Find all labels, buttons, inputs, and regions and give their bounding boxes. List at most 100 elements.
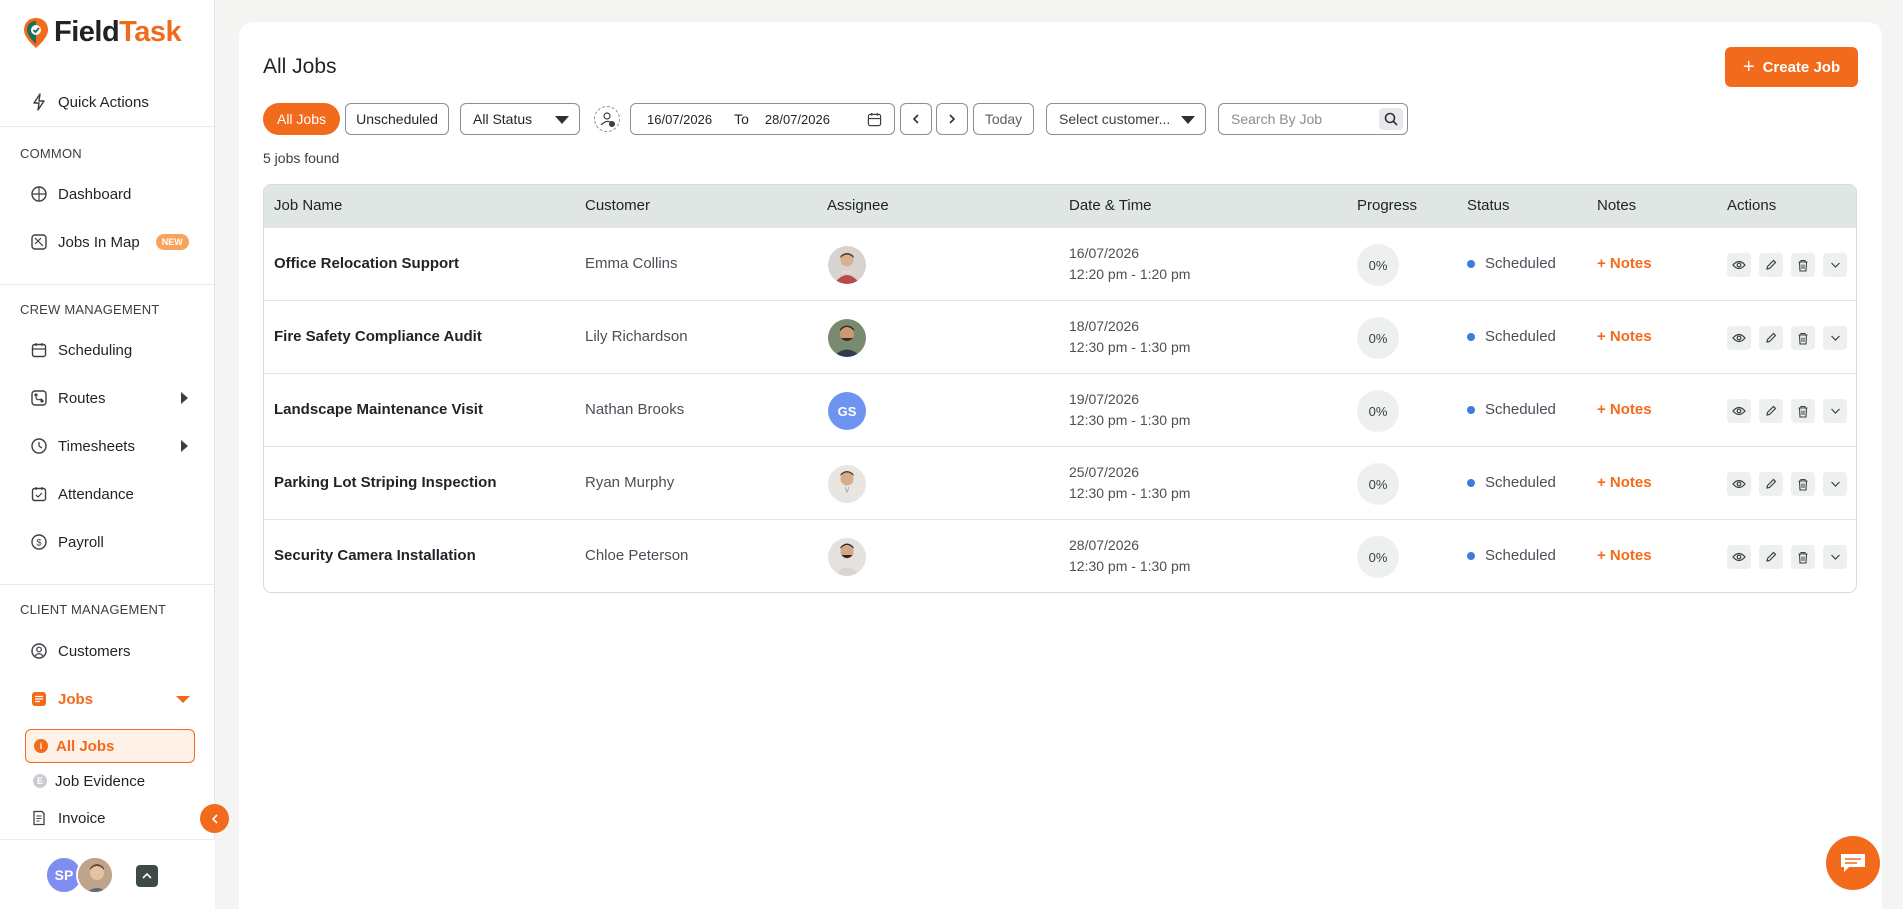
expand-row-icon[interactable] — [1823, 326, 1847, 350]
sidebar-item-label: Timesheets — [58, 437, 135, 455]
progress-indicator: 0% — [1357, 536, 1399, 578]
sidebar-item-customers[interactable]: Customers — [30, 639, 131, 663]
sidebar-item-payroll[interactable]: $ Payroll — [30, 530, 104, 554]
table-row[interactable]: Office Relocation Support Emma Collins 1… — [264, 227, 1856, 300]
job-date: 28/07/2026 — [1069, 537, 1140, 553]
table-row[interactable]: Landscape Maintenance Visit Nathan Brook… — [264, 373, 1856, 446]
filter-unscheduled[interactable]: Unscheduled — [345, 103, 449, 135]
job-name[interactable]: Fire Safety Compliance Audit — [274, 328, 482, 345]
view-icon[interactable] — [1727, 326, 1751, 350]
sidebar-item-scheduling[interactable]: Scheduling — [30, 338, 132, 362]
sidebar-subitem-all-jobs[interactable]: i All Jobs — [25, 729, 195, 763]
job-name[interactable]: Landscape Maintenance Visit — [274, 401, 483, 418]
attendance-icon — [30, 485, 48, 503]
table-row[interactable]: Parking Lot Striping Inspection Ryan Mur… — [264, 446, 1856, 519]
expand-row-icon[interactable] — [1823, 253, 1847, 277]
sidebar-item-label: Job Evidence — [55, 772, 146, 790]
status-badge: Scheduled — [1467, 401, 1556, 418]
job-name[interactable]: Security Camera Installation — [274, 547, 476, 564]
add-notes-link[interactable]: + Notes — [1597, 474, 1652, 491]
add-notes-link[interactable]: + Notes — [1597, 401, 1652, 418]
caret-right-icon[interactable] — [181, 392, 188, 404]
chat-icon — [1841, 854, 1865, 872]
edit-icon[interactable] — [1759, 472, 1783, 496]
sidebar-item-attendance[interactable]: Attendance — [30, 482, 134, 506]
filter-all-jobs[interactable]: All Jobs — [263, 103, 340, 135]
header-progress[interactable]: Progress — [1357, 197, 1417, 214]
header-assignee[interactable]: Assignee — [827, 197, 889, 214]
create-job-button[interactable]: + Create Job — [1725, 47, 1858, 87]
job-name[interactable]: Parking Lot Striping Inspection — [274, 474, 497, 491]
expand-up-button[interactable] — [136, 865, 158, 887]
search-input[interactable]: Search By Job — [1218, 103, 1408, 135]
dropdown-arrow-icon — [1181, 116, 1195, 124]
sidebar-item-routes[interactable]: Routes — [30, 386, 190, 410]
next-date-button[interactable] — [936, 103, 968, 135]
assignee-avatar[interactable] — [828, 319, 866, 357]
avatar-photo[interactable] — [76, 856, 114, 894]
table-row[interactable]: Fire Safety Compliance Audit Lily Richar… — [264, 300, 1856, 373]
header-customer[interactable]: Customer — [585, 197, 650, 214]
chevron-right-icon — [949, 114, 956, 124]
app-name: FieldTask — [54, 16, 182, 48]
expand-row-icon[interactable] — [1823, 399, 1847, 423]
job-time: 12:30 pm - 1:30 pm — [1069, 558, 1191, 574]
delete-icon[interactable] — [1791, 253, 1815, 277]
customer-select[interactable]: Select customer... — [1046, 103, 1206, 135]
edit-icon[interactable] — [1759, 545, 1783, 569]
section-common: COMMON — [20, 146, 82, 161]
edit-icon[interactable] — [1759, 399, 1783, 423]
collapse-sidebar-button[interactable] — [200, 804, 229, 833]
view-icon[interactable] — [1727, 399, 1751, 423]
search-icon[interactable] — [1379, 108, 1403, 130]
add-notes-link[interactable]: + Notes — [1597, 255, 1652, 272]
sidebar-item-timesheets[interactable]: Timesheets — [30, 434, 135, 458]
sidebar-item-jobs[interactable]: Jobs — [30, 687, 93, 711]
date-to-label: To — [734, 111, 749, 127]
view-icon[interactable] — [1727, 545, 1751, 569]
view-icon[interactable] — [1727, 253, 1751, 277]
delete-icon[interactable] — [1791, 399, 1815, 423]
caret-down-icon[interactable] — [176, 696, 190, 703]
divider — [0, 284, 215, 285]
today-button[interactable]: Today — [973, 103, 1034, 135]
assignee-avatar[interactable] — [828, 465, 866, 503]
table-row[interactable]: Security Camera Installation Chloe Peter… — [264, 519, 1856, 592]
assignee-avatar[interactable] — [828, 246, 866, 284]
delete-icon[interactable] — [1791, 472, 1815, 496]
assignee-avatar[interactable]: GS — [828, 392, 866, 430]
progress-indicator: 0% — [1357, 463, 1399, 505]
sidebar-item-dashboard[interactable]: Dashboard — [30, 182, 131, 206]
delete-icon[interactable] — [1791, 545, 1815, 569]
sidebar-item-quick-actions[interactable]: Quick Actions — [30, 90, 149, 114]
caret-right-icon[interactable] — [181, 440, 188, 452]
assignee-avatar[interactable] — [828, 538, 866, 576]
status-dot — [1467, 405, 1475, 414]
header-job-name[interactable]: Job Name — [274, 197, 342, 214]
expand-row-icon[interactable] — [1823, 472, 1847, 496]
add-notes-link[interactable]: + Notes — [1597, 328, 1652, 345]
expand-row-icon[interactable] — [1823, 545, 1847, 569]
view-icon[interactable] — [1727, 472, 1751, 496]
prev-date-button[interactable] — [900, 103, 932, 135]
header-date-time[interactable]: Date & Time — [1069, 197, 1152, 214]
status-select[interactable]: All Status — [460, 103, 580, 135]
sidebar-item-invoice[interactable]: Invoice — [30, 806, 106, 830]
sidebar-item-label: Payroll — [58, 533, 104, 551]
app-logo[interactable]: FieldTask — [22, 16, 182, 49]
sidebar-item-jobs-in-map[interactable]: Jobs In Map NEW — [30, 230, 189, 254]
header-notes[interactable]: Notes — [1597, 197, 1636, 214]
chat-support-button[interactable] — [1826, 836, 1880, 890]
edit-icon[interactable] — [1759, 253, 1783, 277]
edit-icon[interactable] — [1759, 326, 1783, 350]
delete-icon[interactable] — [1791, 326, 1815, 350]
table-header: Job Name Customer Assignee Date & Time P… — [264, 185, 1856, 227]
header-status[interactable]: Status — [1467, 197, 1510, 214]
job-name[interactable]: Office Relocation Support — [274, 255, 459, 272]
add-notes-link[interactable]: + Notes — [1597, 547, 1652, 564]
sidebar-subitem-job-evidence[interactable]: E Job Evidence — [25, 764, 195, 798]
assign-user-icon[interactable] — [594, 106, 620, 132]
customer-select-value: Select customer... — [1059, 111, 1171, 127]
job-time: 12:30 pm - 1:30 pm — [1069, 339, 1191, 355]
date-range-picker[interactable]: 16/07/2026 To 28/07/2026 — [630, 103, 895, 135]
